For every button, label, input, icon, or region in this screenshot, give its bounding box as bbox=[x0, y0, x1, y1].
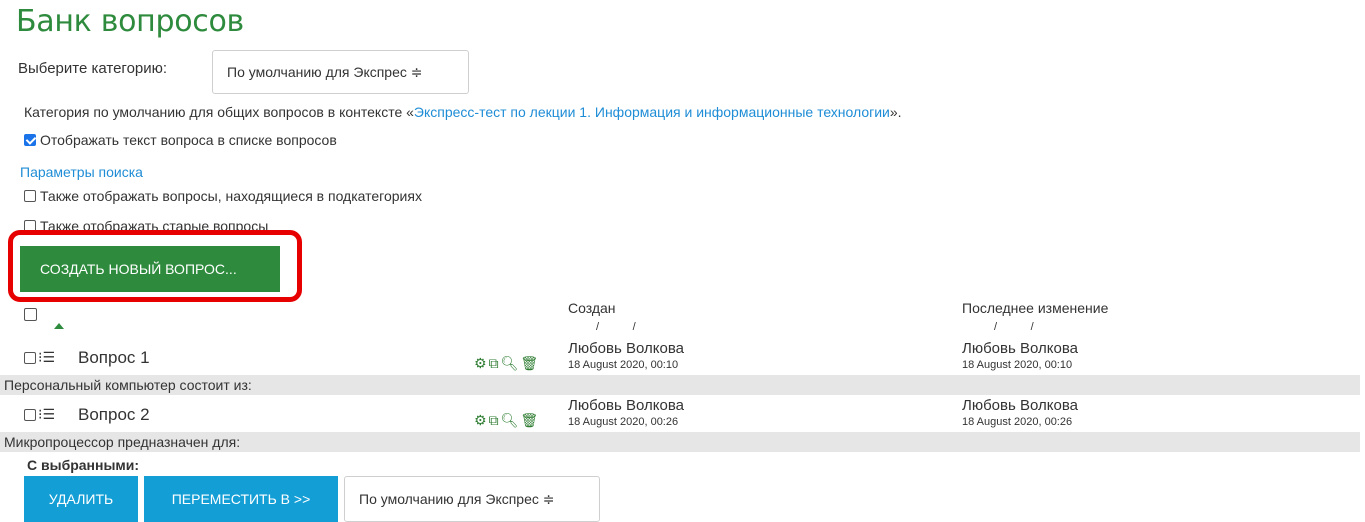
page-title: Банк вопросов bbox=[16, 4, 244, 39]
category-label: Выберите категорию: bbox=[18, 60, 168, 77]
category-info: Категория по умолчанию для общих вопросо… bbox=[24, 104, 902, 120]
move-to-button[interactable]: Переместить в >> bbox=[144, 476, 338, 522]
context-link[interactable]: Экспресс-тест по лекции 1. Информация и … bbox=[414, 104, 890, 120]
select-all-checkbox[interactable] bbox=[24, 307, 41, 323]
preview-icon[interactable]: 🔍︎ bbox=[501, 355, 521, 371]
move-select-value: По умолчанию для Экспрес ≑ bbox=[359, 490, 555, 507]
category-info-suffix: ». bbox=[889, 104, 902, 120]
show-text-option[interactable]: Отображать текст вопроса в списке вопрос… bbox=[24, 132, 337, 148]
row-2-created-by: Любовь Волкова bbox=[568, 397, 684, 414]
row-1-created-by: Любовь Волкова bbox=[568, 340, 684, 357]
row-2-actions: ⚙⧉🔍︎🗑︎ bbox=[474, 412, 540, 429]
row-2-created-date: 18 August 2020, 00:26 bbox=[568, 416, 679, 428]
created-header[interactable]: Создан bbox=[568, 300, 616, 316]
modified-sort-links[interactable]: / / bbox=[994, 321, 1034, 333]
preview-icon[interactable]: 🔍︎ bbox=[501, 412, 521, 428]
sort-arrow-icon[interactable] bbox=[54, 323, 64, 329]
row-1-actions: ⚙⧉🔍︎🗑︎ bbox=[474, 355, 540, 372]
multichoice-icon: ⁝☰ bbox=[38, 406, 56, 422]
trash-icon[interactable]: 🗑︎ bbox=[520, 355, 540, 371]
gear-icon[interactable]: ⚙ bbox=[474, 355, 489, 371]
gear-icon[interactable]: ⚙ bbox=[474, 412, 489, 428]
show-text-label: Отображать текст вопроса в списке вопрос… bbox=[40, 132, 337, 148]
row-2-question-name: Вопрос 2 bbox=[78, 405, 150, 424]
search-params-link[interactable]: Параметры поиска bbox=[20, 164, 143, 180]
row-2-question-text: Микропроцессор предназначен для: bbox=[0, 432, 1360, 452]
with-selected-label: С выбранными: bbox=[27, 457, 140, 473]
created-sort-links[interactable]: / / bbox=[596, 321, 636, 333]
row-2-modified-date: 18 August 2020, 00:26 bbox=[962, 416, 1073, 428]
copy-icon[interactable]: ⧉ bbox=[489, 412, 501, 428]
subcategories-checkbox[interactable] bbox=[24, 190, 36, 202]
copy-icon[interactable]: ⧉ bbox=[489, 355, 501, 371]
row-1-modified-date: 18 August 2020, 00:10 bbox=[962, 359, 1073, 371]
category-select-value: По умолчанию для Экспрес ≑ bbox=[227, 63, 423, 80]
row-1-created-date: 18 August 2020, 00:10 bbox=[568, 359, 679, 371]
modified-header[interactable]: Последнее изменение bbox=[962, 300, 1108, 316]
move-category-select[interactable]: По умолчанию для Экспрес ≑ bbox=[344, 476, 600, 522]
subcategories-option[interactable]: Также отображать вопросы, находящиеся в … bbox=[24, 188, 422, 204]
row-2-modified-by: Любовь Волкова bbox=[962, 397, 1078, 414]
row-1-modified-by: Любовь Волкова bbox=[962, 340, 1078, 357]
category-info-prefix: Категория по умолчанию для общих вопросо… bbox=[24, 104, 414, 120]
trash-icon[interactable]: 🗑︎ bbox=[520, 412, 540, 428]
show-text-checkbox[interactable] bbox=[24, 134, 36, 146]
row-1-question-name: Вопрос 1 bbox=[78, 348, 150, 367]
category-select[interactable]: По умолчанию для Экспрес ≑ bbox=[212, 50, 469, 94]
multichoice-icon: ⁝☰ bbox=[38, 349, 56, 365]
delete-button[interactable]: Удалить bbox=[24, 476, 138, 522]
row-1-question-text: Персональный компьютер состоит из: bbox=[0, 375, 1360, 395]
subcategories-label: Также отображать вопросы, находящиеся в … bbox=[40, 188, 422, 204]
highlight-box bbox=[8, 230, 302, 302]
